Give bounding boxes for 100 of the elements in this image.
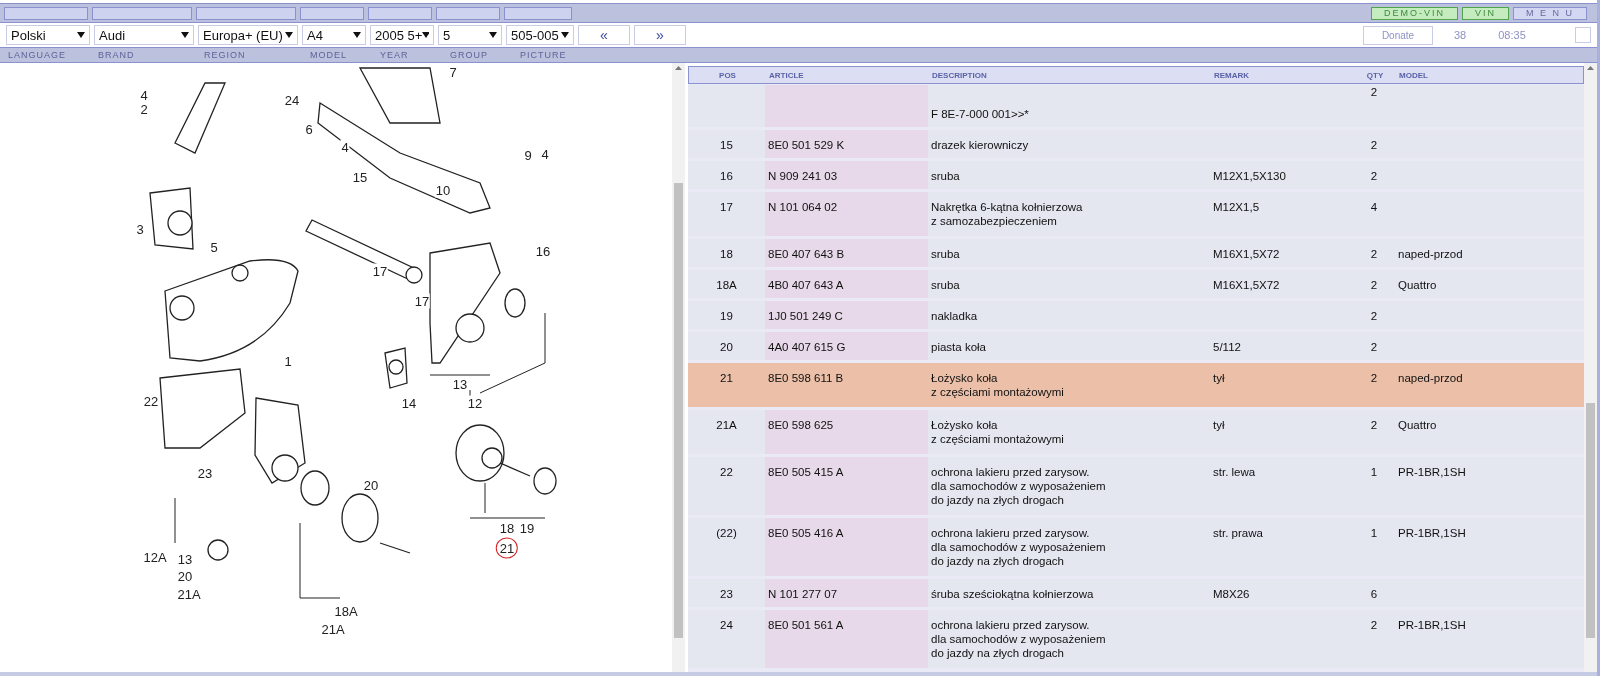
scroll-up-icon[interactable]: [1587, 66, 1594, 70]
pos-cell-text: 18: [719, 247, 734, 262]
scrollbar[interactable]: [1584, 63, 1597, 672]
qty-cell-text: 2: [1369, 247, 1379, 262]
pos-cell-text: 18A: [715, 278, 738, 293]
table-row[interactable]: 24 8E0 501 561 A ochrona lakieru przed zarysow. dla samochodów z wyposażeniem do jazdy na złych drogach 2 PR-1BR,1SH: [688, 610, 1584, 668]
table-row[interactable]: 18 8E0 407 643 B sruba M16X1,5X72 2 naped-przod: [688, 239, 1584, 267]
article-cell: N 101 277 07: [765, 579, 928, 607]
article-cell-text: 8E0 598 611 B: [767, 371, 845, 386]
pos-cell-text: 23: [719, 587, 734, 602]
article-cell: N 909 241 03: [765, 161, 928, 189]
qty-cell-text: 2: [1369, 309, 1379, 324]
dropdown-select[interactable]: Polski: [6, 25, 90, 45]
description-text: ochrona lakieru przed zarysow.: [931, 526, 1091, 540]
description-text: dla samochodów z wyposażeniem: [931, 632, 1107, 646]
qty-cell-text: 2: [1369, 278, 1379, 293]
menu-slot[interactable]: [196, 6, 296, 20]
remark-cell-text: tył: [1212, 371, 1226, 386]
callout-number[interactable]: 4: [340, 139, 350, 155]
counter-text: 38: [1452, 29, 1468, 41]
menu-slot[interactable]: [504, 6, 572, 20]
table-row[interactable]: 17 N 101 064 02 Nakrętka 6-kątna kołnierzowa z samozabezpieczeniem M12X1,5 4: [688, 192, 1584, 236]
qty-cell-text: 4: [1369, 200, 1379, 215]
dropdown-select[interactable]: Audi: [94, 25, 194, 45]
scroll-up-icon[interactable]: [675, 66, 682, 70]
caret-icon: [77, 32, 85, 38]
description-text: dla samochodów z wyposażeniem: [931, 479, 1107, 493]
table-row[interactable]: 23 N 101 277 07 śruba sześciokątna kołnierzowa M8X26 6: [688, 579, 1584, 607]
table-row[interactable]: 20 4A0 407 615 G piasta koła 5/112 2: [688, 332, 1584, 360]
dropdown-select[interactable]: 2005 5+: [370, 25, 434, 45]
remark-cell-text: M16X1,5X72: [1212, 278, 1281, 293]
field-label: LANGUAGE: [7, 50, 67, 60]
column-header: ARTICLE: [768, 70, 805, 80]
caret-icon: [561, 32, 569, 38]
table-row[interactable]: 19 1J0 501 249 C nakladka 2: [688, 301, 1584, 329]
article-cell: 4A0 407 615 G: [765, 332, 928, 360]
article-cell: 8E0 505 415 A: [765, 457, 928, 515]
scrollbar[interactable]: [672, 63, 685, 672]
description-text: z częściami montażowymi: [931, 432, 1065, 446]
article-cell: 8E0 598 625: [765, 410, 928, 454]
dropdown-select[interactable]: Europa+ (EU): [198, 25, 298, 45]
column-header: DESCRIPTION: [931, 70, 988, 80]
header-button[interactable]: M E N U: [1513, 6, 1587, 20]
pos-cell-text: 17: [719, 200, 734, 215]
article-cell: 8E0 505 416 A: [765, 518, 928, 576]
article-cell: 8E0 501 529 K: [765, 130, 928, 158]
field-label: MODEL: [309, 50, 348, 60]
menu-slot[interactable]: [92, 6, 192, 20]
description-text: Nakrętka 6-kątna kołnierzowa: [931, 200, 1084, 214]
table-row[interactable]: (22) 8E0 505 416 A ochrona lakieru przed zarysow. dla samochodów z wyposażeniem do jazdy na złych drogach str. prawa 1 PR-1BR,1SH: [688, 518, 1584, 576]
page-nav-button[interactable]: «: [578, 25, 630, 45]
callout-number[interactable]: 12: [466, 395, 484, 411]
table-row[interactable]: 21 8E0 598 611 B Łożysko koła z częściami montażowymi tył 2 naped-przod: [688, 363, 1584, 407]
bushing-drawing: [384, 347, 408, 389]
menu-slot[interactable]: [436, 6, 500, 20]
caret-icon: [353, 32, 361, 38]
pos-cell-text: 21: [719, 371, 734, 386]
article-cell: 8E0 501 561 A: [765, 610, 928, 668]
table-row[interactable]: 21A 8E0 598 625 Łożysko koła z częściami montażowymi tył 2 Quattro: [688, 410, 1584, 454]
dropdown-select[interactable]: 505-005: [506, 25, 574, 45]
callout-number[interactable]: 17: [371, 263, 389, 279]
remark-cell-text: M16X1,5X72: [1212, 247, 1281, 262]
qty-cell-text: 2: [1369, 340, 1379, 355]
model-cell-text: PR-1BR,1SH: [1397, 465, 1467, 480]
dropdown-select[interactable]: A4: [302, 25, 366, 45]
description-text: sruba: [931, 247, 961, 261]
model-cell-text: PR-1BR,1SH: [1397, 618, 1467, 633]
callout-number[interactable]: 17: [413, 293, 431, 309]
table-row[interactable]: F 8E-7-000 001>>* 2: [688, 85, 1584, 127]
qty-cell-text: 1: [1369, 526, 1379, 541]
article-cell: N 101 064 02: [765, 192, 928, 236]
menu-slot[interactable]: [368, 6, 432, 20]
model-cell-text: Quattro: [1397, 278, 1438, 293]
table-row[interactable]: 18A 4B0 407 643 A sruba M16X1,5X72 2 Quattro: [688, 270, 1584, 298]
pos-cell-text: 19: [719, 309, 734, 324]
pos-cell-text: 24: [719, 618, 734, 633]
description-text: z częściami montażowymi: [931, 385, 1065, 399]
header-button[interactable]: VIN: [1461, 6, 1509, 20]
table-row[interactable]: 15 8E0 501 529 K drazek kierowniczy 2: [688, 130, 1584, 158]
table-row[interactable]: 22 8E0 505 415 A ochrona lakieru przed zarysow. dla samochodów z wyposażeniem do jazdy na złych drogach str. lewa 1 PR-1BR,1SH: [688, 457, 1584, 515]
description-text: do jazdy na złych drogach: [931, 493, 1065, 507]
table-row[interactable]: 16 N 909 241 03 sruba M12X1,5X130 2: [688, 161, 1584, 189]
menu-slot[interactable]: [300, 6, 364, 20]
article-cell: 8E0 407 643 B: [765, 239, 928, 267]
qty-cell-text: 2: [1369, 618, 1379, 633]
callout-number[interactable]: 21: [495, 537, 519, 559]
qty-cell-text: 6: [1369, 587, 1379, 602]
dropdown-select[interactable]: 5: [438, 25, 502, 45]
model-cell-text: Quattro: [1397, 418, 1438, 433]
description-text: śruba sześciokątna kołnierzowa: [931, 587, 1095, 601]
description-text: sruba: [931, 278, 961, 292]
menu-slot[interactable]: [4, 6, 88, 20]
pos-cell-text: 22: [719, 465, 734, 480]
caret-icon: [285, 32, 293, 38]
description-text: ochrona lakieru przed zarysow.: [931, 618, 1091, 632]
empty-box[interactable]: [1575, 27, 1591, 43]
page-nav-button[interactable]: »: [634, 25, 686, 45]
qty-cell-text: 2: [1369, 85, 1379, 100]
field-label: REGION: [203, 50, 247, 60]
description-text: do jazdy na złych drogach: [931, 554, 1065, 568]
